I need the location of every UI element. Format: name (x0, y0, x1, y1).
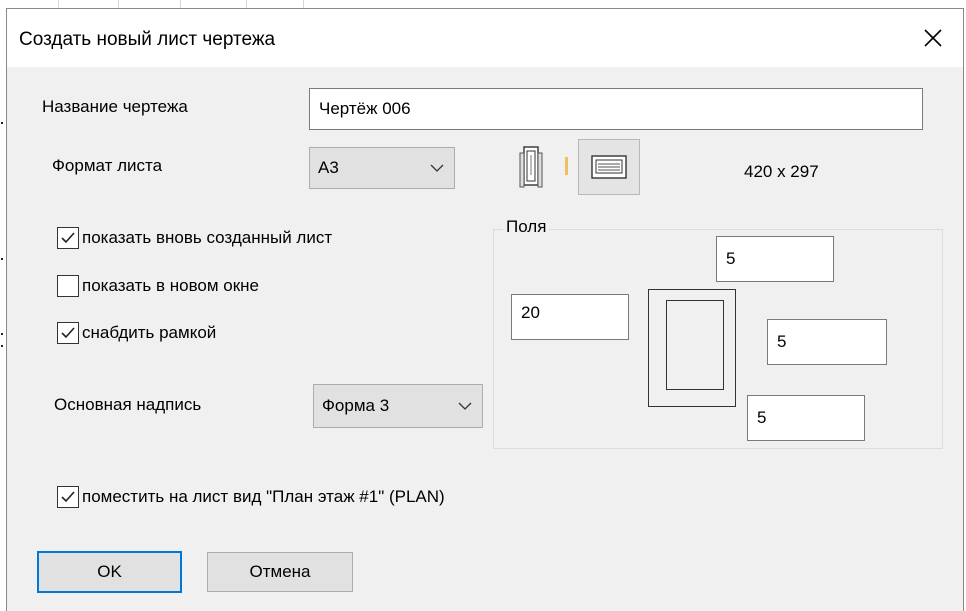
ok-button[interactable]: OK (37, 551, 182, 593)
title-block-value: Форма 3 (322, 396, 390, 415)
place-view-checkbox[interactable]: поместить на лист вид "План этаж #1" (PL… (57, 486, 445, 508)
portrait-sheet-icon (519, 146, 543, 188)
title-block-select[interactable]: Форма 3 (313, 384, 483, 428)
drawing-name-value: Чертёж 006 (319, 99, 411, 118)
checkbox-box[interactable] (57, 275, 79, 297)
add-frame-checkbox[interactable]: снабдить рамкой (57, 322, 216, 344)
margins-legend: Поля (503, 217, 550, 237)
margin-top-value: 5 (726, 249, 736, 268)
checkbox-box[interactable] (57, 486, 79, 508)
portrait-orientation-button[interactable] (500, 141, 562, 193)
checkmark-icon (61, 327, 75, 339)
close-button[interactable] (903, 9, 963, 67)
place-view-label: поместить на лист вид "План этаж #1" (PL… (82, 487, 445, 506)
background-divider (58, 0, 59, 8)
show-new-sheet-checkbox[interactable]: показать вновь созданный лист (57, 227, 332, 249)
new-sheet-dialog: Создать новый лист чертежа Название черт… (6, 8, 964, 611)
add-frame-label: снабдить рамкой (82, 323, 217, 342)
margin-bottom-value: 5 (757, 408, 767, 427)
drawing-name-label: Название чертежа (42, 97, 188, 116)
title-bar: Создать новый лист чертежа (7, 9, 963, 67)
background-divider (246, 0, 247, 8)
margin-left-input[interactable]: 20 (511, 294, 629, 340)
background-divider (180, 0, 181, 8)
ok-button-label: OK (97, 562, 122, 581)
drawing-name-input[interactable]: Чертёж 006 (309, 88, 923, 130)
chevron-down-icon (458, 402, 472, 410)
margin-bottom-input[interactable]: 5 (747, 395, 865, 441)
sheet-preview (648, 289, 736, 407)
background-divider (118, 0, 119, 8)
sheet-preview-frame (666, 300, 724, 390)
cancel-button[interactable]: Отмена (207, 552, 353, 592)
orientation-separator (565, 157, 568, 175)
background-window-strip (0, 0, 966, 8)
sheet-size-text: 420 x 297 (744, 162, 819, 181)
background-divider (303, 0, 304, 8)
checkbox-box[interactable] (57, 322, 79, 344)
sheet-format-label: Формат листа (52, 156, 163, 175)
title-block-label: Основная надпись (54, 395, 202, 414)
checkmark-icon (61, 491, 75, 503)
cancel-button-label: Отмена (249, 562, 311, 581)
landscape-sheet-icon (591, 155, 627, 179)
sheet-format-value: A3 (318, 158, 339, 177)
margin-right-input[interactable]: 5 (767, 319, 887, 365)
landscape-orientation-button[interactable] (578, 139, 640, 195)
sheet-format-select[interactable]: A3 (309, 147, 455, 189)
close-icon (924, 29, 942, 47)
margin-left-value: 20 (521, 303, 540, 322)
show-in-new-window-label: показать в новом окне (82, 276, 260, 295)
margin-right-value: 5 (777, 332, 787, 351)
show-in-new-window-checkbox[interactable]: показать в новом окне (57, 275, 259, 297)
dialog-title: Создать новый лист чертежа (19, 29, 276, 50)
checkbox-box[interactable] (57, 227, 79, 249)
show-new-sheet-label: показать вновь созданный лист (82, 228, 333, 247)
background-window-edge (0, 0, 3, 611)
margin-top-input[interactable]: 5 (716, 236, 834, 282)
chevron-down-icon (430, 164, 444, 172)
checkmark-icon (61, 232, 75, 244)
